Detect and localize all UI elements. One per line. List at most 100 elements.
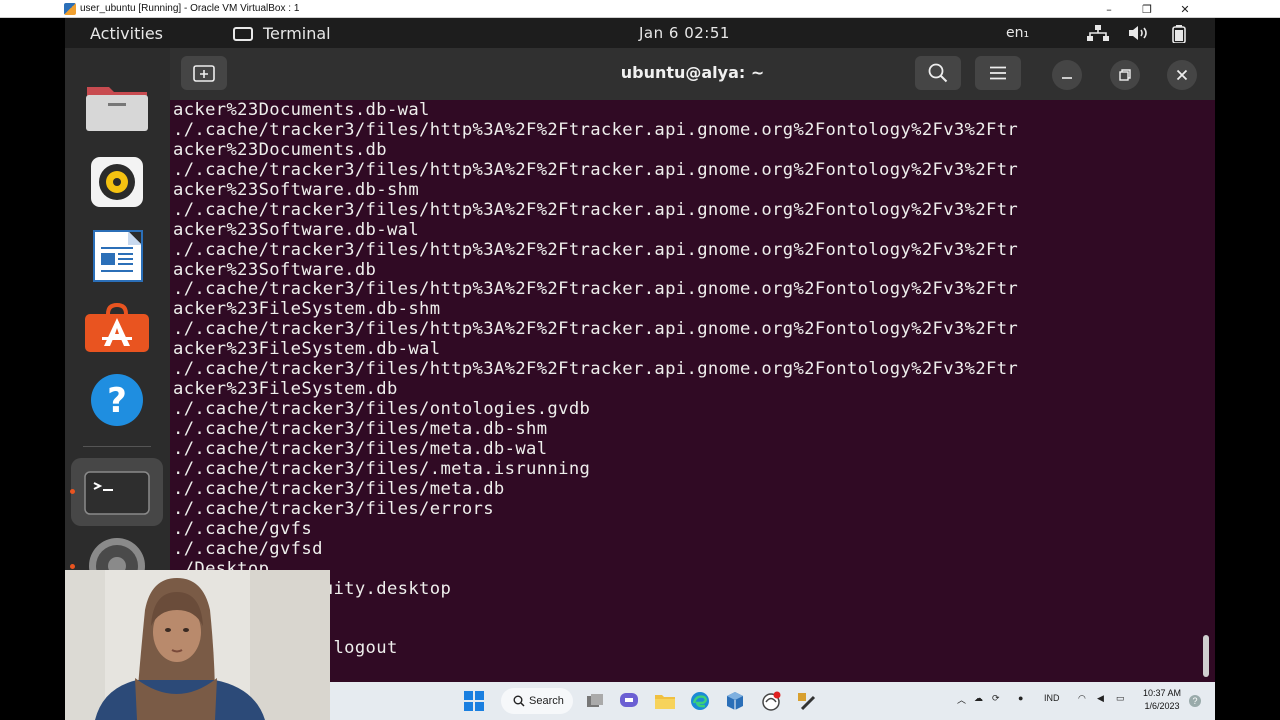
speaker-icon[interactable]: ◀ — [1097, 693, 1104, 704]
webcam-person-picture — [65, 570, 330, 720]
app-icon — [762, 691, 781, 711]
writer-dock-item[interactable] — [84, 226, 150, 286]
dock-separator — [83, 446, 151, 447]
onedrive-cloud-icon[interactable]: ☁ — [974, 693, 983, 704]
terminal-line: ./.cache/tracker3/files/meta.db-wal — [173, 438, 548, 459]
notification-help-icon[interactable]: ? — [1189, 695, 1201, 707]
edge-button[interactable] — [689, 690, 711, 712]
input-language-indicator[interactable]: IND — [1044, 693, 1060, 703]
vbox-close-button[interactable]: ✕ — [1166, 0, 1204, 18]
terminal-line: acker%23Software.db-shm — [173, 179, 420, 200]
terminal-dock-item[interactable] — [71, 458, 163, 526]
teams-chat-button[interactable] — [618, 690, 640, 712]
restore-icon — [1119, 69, 1131, 81]
windows-logo-icon — [464, 691, 484, 711]
terminal-line: acker%23FileSystem.db-shm — [173, 299, 441, 320]
terminal-line: ./.cache/tracker3/files/meta.db — [173, 478, 505, 499]
help-icon: ? — [91, 374, 143, 426]
vbox-window-title: user_ubuntu [Running] - Oracle VM Virtua… — [80, 3, 300, 14]
close-icon — [1176, 69, 1188, 81]
vbox-titlebar: user_ubuntu [Running] - Oracle VM Virtua… — [0, 0, 1280, 18]
terminal-line: ./.cache/tracker3/files/.meta.isrunning — [173, 458, 591, 479]
terminal-line: acker%23Software.db — [173, 259, 377, 280]
screen: user_ubuntu [Running] - Oracle VM Virtua… — [0, 0, 1280, 720]
virtualbox-taskbar-button[interactable] — [724, 690, 746, 712]
terminal-line: ./.cache/gvfs — [173, 518, 313, 539]
active-app-taskbar-button[interactable] — [795, 690, 817, 712]
vbox-minimize-button[interactable]: – — [1090, 0, 1128, 18]
tool-icon — [798, 693, 816, 711]
terminal-line: acker%23Documents.db — [173, 139, 387, 160]
rhythmbox-dock-item[interactable] — [84, 152, 150, 212]
taskbar-clock[interactable]: 10:37 AM 1/6/2023 — [1138, 687, 1186, 713]
gnome-top-bar: Activities Terminal Jan 6 02:51 en₁ — [65, 18, 1215, 48]
show-hidden-icons-chevron-icon[interactable]: ︿ — [957, 693, 966, 706]
left-letterbox — [0, 18, 65, 720]
taskbar-time: 10:37 AM — [1142, 688, 1182, 698]
terminal-line: ./.cache/gvfsd — [173, 538, 323, 559]
search-icon — [928, 63, 948, 83]
webcam-overlay — [65, 570, 330, 720]
activities-button[interactable]: Activities — [90, 24, 163, 43]
sync-icon[interactable]: ⟳ — [992, 693, 1000, 704]
folder-icon — [655, 695, 675, 709]
app-menu-terminal[interactable]: Terminal — [233, 24, 331, 43]
search-button[interactable] — [915, 56, 961, 90]
vbox-restore-button[interactable]: ❐ — [1128, 0, 1166, 18]
search-icon — [513, 695, 525, 707]
close-button[interactable] — [1167, 60, 1197, 90]
help-dock-item[interactable]: ? — [84, 370, 150, 430]
terminal-icon — [84, 471, 150, 515]
wifi-icon[interactable]: ◠ — [1078, 693, 1086, 704]
task-view-button[interactable] — [584, 690, 606, 712]
running-indicator-2 — [70, 564, 75, 569]
vbox-window-controls: – ❐ ✕ — [1090, 0, 1204, 18]
right-letterbox — [1215, 18, 1280, 720]
terminal-line: ./.cache/tracker3/files/http%3A%2F%2Ftra… — [173, 319, 1019, 340]
volume-icon[interactable] — [1128, 25, 1148, 41]
battery-icon[interactable]: ▭ — [1116, 693, 1125, 704]
taskbar-search-label: Search — [529, 695, 564, 707]
edge-icon — [691, 692, 709, 710]
terminal-scrollbar[interactable] — [1203, 635, 1209, 677]
terminal-line: ./.cache/tracker3/files/errors — [173, 498, 494, 519]
microphone-icon[interactable]: ● — [1018, 693, 1023, 703]
svg-text:?: ? — [107, 381, 127, 421]
keyboard-layout-indicator[interactable]: en₁ — [1006, 25, 1029, 41]
app-taskbar-button[interactable] — [760, 690, 782, 712]
terminal-line: ./.cache/tracker3/files/ontologies.gvdb — [173, 399, 591, 420]
network-icon[interactable] — [1087, 25, 1109, 41]
windows-taskbar: Search ︿ ☁ ⟳ ● IND ◠ ◀ ▭ 10:37 AM 1/6/20… — [330, 682, 1215, 720]
menu-button[interactable] — [975, 56, 1021, 90]
settings-dock-item[interactable] — [84, 536, 150, 570]
app-menu-label: Terminal — [263, 24, 331, 43]
files-dock-item[interactable] — [84, 78, 150, 138]
software-dock-item[interactable] — [84, 298, 150, 358]
taskbar-search-button[interactable]: Search — [501, 688, 573, 714]
battery-icon[interactable] — [1171, 25, 1191, 44]
terminal-small-icon — [233, 26, 253, 41]
terminal-line: ./.cache/tracker3/files/http%3A%2F%2Ftra… — [173, 239, 1019, 260]
settings-icon — [89, 538, 145, 570]
top-bar-clock[interactable]: Jan 6 02:51 — [639, 24, 730, 42]
minimize-icon — [1062, 77, 1072, 79]
terminal-line: ./.cache/tracker3/files/meta.db-shm — [173, 419, 548, 439]
taskbar-date: 1/6/2023 — [1144, 701, 1180, 711]
running-indicator — [70, 489, 75, 494]
files-icon — [86, 87, 148, 131]
terminal-line: ./.cache/tracker3/files/http%3A%2F%2Ftra… — [173, 119, 1019, 140]
terminal-line: ./.cache/tracker3/files/http%3A%2F%2Ftra… — [173, 199, 1019, 220]
minimize-button[interactable] — [1052, 60, 1082, 90]
rhythmbox-icon — [91, 157, 143, 207]
file-explorer-button[interactable] — [654, 690, 676, 712]
terminal-line: acker%23FileSystem.db — [173, 379, 398, 400]
terminal-line: ./.cache/tracker3/files/http%3A%2F%2Ftra… — [173, 359, 1019, 380]
ubuntu-dock: ? — [65, 48, 170, 570]
virtualbox-icon — [64, 2, 76, 15]
start-button[interactable] — [463, 690, 485, 712]
task-view-icon — [587, 694, 603, 707]
hamburger-menu-icon — [990, 66, 1006, 80]
software-icon — [85, 302, 149, 352]
maximize-button[interactable] — [1110, 60, 1140, 90]
chat-icon — [620, 693, 638, 707]
